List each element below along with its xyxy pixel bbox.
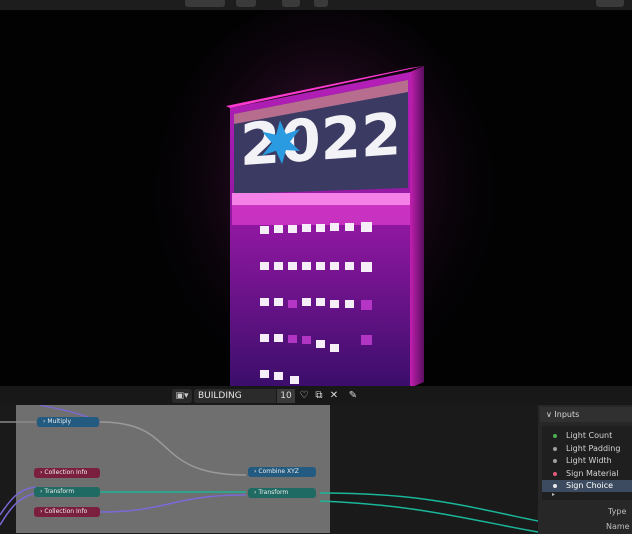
socket-icon [553,434,557,438]
socket-icon [553,484,557,488]
node-label: Transform [258,489,289,496]
collection-info-node[interactable]: › Collection Info [34,507,100,517]
type-label: Type [608,507,627,516]
input-item-label: Light Width [566,456,612,465]
node-tree-users-count[interactable]: 10 [277,389,295,403]
duplicate-icon[interactable]: ⧉ [312,389,326,403]
close-icon[interactable]: ✕ [327,389,341,403]
building-render: 2022 [155,10,495,388]
inputs-panel-title: Inputs [554,410,580,419]
3d-viewport[interactable]: 2022 [0,10,632,388]
expand-arrow-icon[interactable]: ▸ [552,491,555,498]
fake-user-shield-icon[interactable]: ♡ [297,389,311,403]
input-item[interactable]: Light Width [542,455,632,467]
pin-icon[interactable]: ✎ [346,389,360,403]
node-tree-name-field[interactable]: BUILDING [194,389,276,403]
input-item-label: Sign Choice [566,481,614,490]
node-label: Combine XYZ [258,468,299,475]
multiply-node[interactable]: › Multiply [37,417,99,427]
node-label: Collection Info [44,469,88,476]
sign-year-text: 2022 [240,100,401,179]
node-label: Multiply [47,418,72,425]
input-item[interactable]: Sign Material [542,468,632,480]
input-item-label: Sign Material [566,469,619,478]
collection-info-node[interactable]: › Collection Info [34,468,100,478]
input-item-label: Light Count [566,431,613,440]
input-item[interactable]: Light Padding [542,443,632,455]
transform-node[interactable]: › Transform [34,487,100,497]
input-item-label: Light Padding [566,444,621,453]
name-label: Name [606,522,630,531]
input-item[interactable]: Light Count [542,430,632,442]
node-label: Collection Info [44,508,88,515]
socket-icon [553,472,557,476]
input-item[interactable]: Sign Choice [542,480,632,492]
header-icon-stub[interactable] [314,0,328,7]
socket-icon [553,447,557,451]
header-right-stub[interactable] [596,0,624,7]
header-menu-stub[interactable] [185,0,225,7]
inputs-panel-header[interactable]: ∨ Inputs [540,407,632,422]
node-editor-icon[interactable]: ▣▾ [172,389,192,403]
header-icon-stub[interactable] [282,0,300,7]
transform-node[interactable]: › Transform [248,488,316,498]
node-label: Transform [44,488,75,495]
socket-icon [553,459,557,463]
combine-xyz-node[interactable]: › Combine XYZ [248,467,316,477]
header-icon-stub[interactable] [236,0,256,7]
top-header-bar [0,0,632,10]
